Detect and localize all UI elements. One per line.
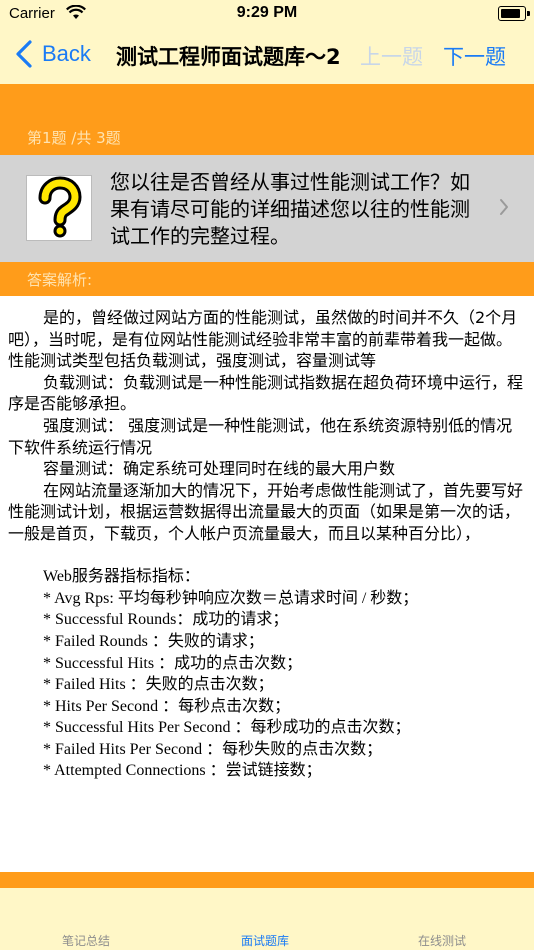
metric-item: * Hits Per Second ：每秒点击次数； xyxy=(43,697,291,715)
metric-item: * Avg Rps: 平均每秒钟响应次数＝总请求时间 / 秒数； xyxy=(43,589,419,607)
tab-bar: 笔记总结 面试题库 在线测试 xyxy=(0,888,534,950)
header-band xyxy=(0,84,534,120)
metric-item: * Failed Rounds ：失败的请求； xyxy=(43,632,264,650)
answer-paragraph: 强度测试： 强度测试是一种性能测试，他在系统资源特别低的情况下软件系统运行情况 xyxy=(8,415,513,457)
metric-item: * Attempted Connections ：尝试链接数； xyxy=(43,762,322,780)
answer-paragraph: 是的，曾经做过网站方面的性能测试，虽然做的时间并不久（2个月吧），当时呢，是有位… xyxy=(8,308,518,349)
metrics-title: Web服务器指标指标： xyxy=(43,568,200,586)
next-question-button[interactable]: 下一题 xyxy=(443,41,506,71)
previous-question-button[interactable]: 上一题 xyxy=(360,41,423,71)
answer-paragraph: 容量测试：确定系统可处理同时在线的最大用户数 xyxy=(43,459,396,479)
back-button[interactable]: Back xyxy=(14,40,91,68)
chevron-left-icon xyxy=(16,40,32,68)
question-text: 您以往是否曾经从事过性能测试工作？如果有请尽可能的详细描述您以往的性能测试工作的… xyxy=(110,170,470,248)
answer-header: 答案解析: xyxy=(0,262,534,296)
question-card[interactable]: 您以往是否曾经从事过性能测试工作？如果有请尽可能的详细描述您以往的性能测试工作的… xyxy=(0,155,534,262)
answer-header-label: 答案解析: xyxy=(27,271,93,289)
page-title: 测试工程师面试题库～2 xyxy=(116,45,341,69)
metrics-list: Web服务器指标指标： * Avg Rps: 平均每秒钟响应次数＝总请求时间 /… xyxy=(43,566,528,782)
answer-body: 是的，曾经做过网站方面的性能测试，虽然做的时间并不久（2个月吧），当时呢，是有位… xyxy=(8,307,528,782)
metric-item: * Successful Rounds：成功的请求； xyxy=(43,611,289,629)
clock: 9:29 PM xyxy=(236,4,298,21)
metric-item: * Failed Hits Per Second ：每秒失败的点击次数； xyxy=(43,740,383,758)
answer-paragraph: 性能测试类型包括负载测试，强度测试，容量测试等 xyxy=(8,351,377,371)
chevron-right-icon xyxy=(500,199,508,215)
tab-notes[interactable]: 笔记总结 xyxy=(62,932,110,949)
navigation-bar: Back 测试工程师面试题库～2 上一题 下一题 xyxy=(0,28,534,84)
back-label: Back xyxy=(42,41,91,66)
question-mark-icon xyxy=(26,175,92,241)
footer-band xyxy=(0,872,534,888)
tab-interview-questions[interactable]: 面试题库 xyxy=(241,932,289,949)
battery-icon xyxy=(498,6,530,21)
answer-paragraph: 负载测试：负载测试是一种性能测试指数据在超负荷环境中运行，程序是否能够承担。 xyxy=(8,372,524,414)
question-counter: 第1题 /共 3题 xyxy=(27,129,121,147)
question-counter-row: 第1题 /共 3题 xyxy=(0,120,534,155)
answer-paragraph: 在网站流量逐渐加大的情况下，开始考虑做性能测试了，首先要写好性能测试计划，根据运… xyxy=(8,480,524,543)
metric-item: * Successful Hits Per Second ：每秒成功的点击次数； xyxy=(43,719,411,737)
metric-item: * Successful Hits ：成功的点击次数； xyxy=(43,654,303,672)
status-bar: Carrier 9:29 PM xyxy=(0,0,534,28)
tab-online-test[interactable]: 在线测试 xyxy=(418,932,466,949)
metric-item: * Failed Hits ：失败的点击次数； xyxy=(43,676,274,694)
